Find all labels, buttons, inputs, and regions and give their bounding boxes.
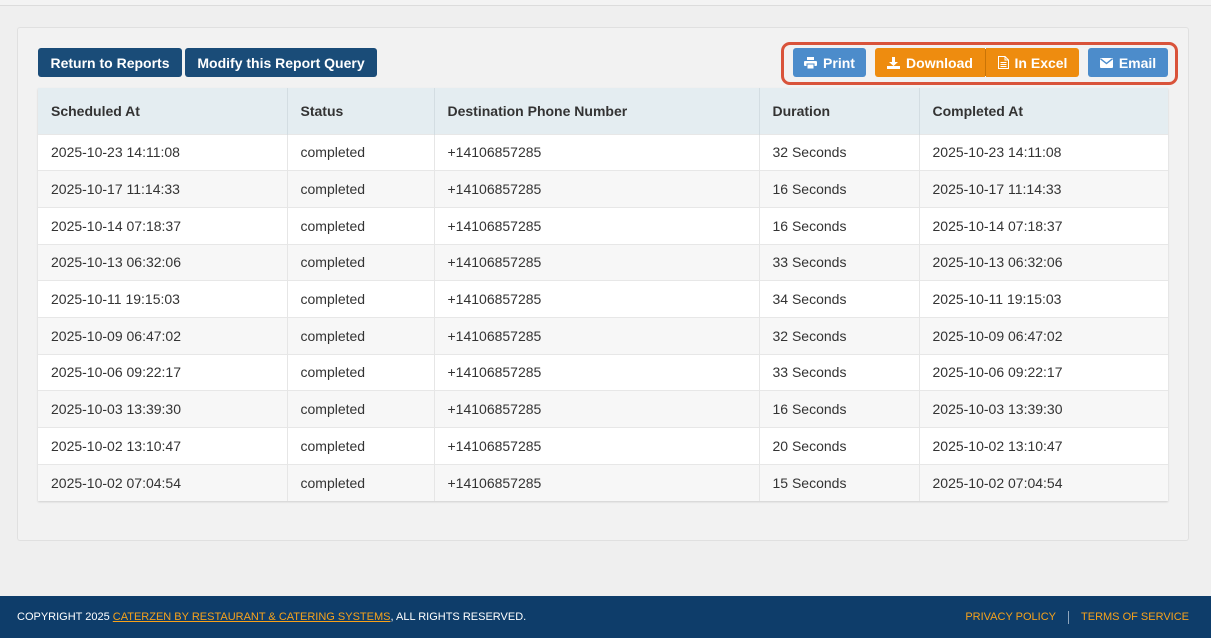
cell-duration: 16 Seconds (759, 170, 920, 208)
cell-status: completed (287, 280, 435, 318)
cell-scheduled-at: 2025-10-13 06:32:06 (38, 243, 288, 281)
cell-phone-number: +14106857285 (434, 427, 760, 465)
cell-phone-number: +14106857285 (434, 353, 760, 391)
cell-completed-at: 2025-10-03 13:39:30 (919, 390, 1168, 428)
cell-duration: 15 Seconds (759, 463, 920, 501)
download-icon (887, 56, 901, 69)
cell-status: completed (287, 353, 435, 391)
copyright-text: COPYRIGHT 2025 CATERZEN BY RESTAURANT & … (17, 611, 526, 623)
table-row: 2025-10-02 07:04:54 completed +141068572… (38, 463, 1168, 501)
cell-completed-at: 2025-10-06 09:22:17 (919, 353, 1168, 391)
cell-completed-at: 2025-10-02 13:10:47 (919, 427, 1168, 465)
cell-duration: 16 Seconds (759, 206, 920, 245)
print-icon (804, 56, 818, 69)
cell-scheduled-at: 2025-10-14 07:18:37 (38, 206, 288, 245)
table-row: 2025-10-06 09:22:17 completed +141068572… (38, 353, 1168, 391)
envelope-icon (1099, 57, 1113, 68)
top-divider (0, 0, 1211, 6)
email-label: Email (1118, 54, 1157, 71)
header-completed-at[interactable]: Completed At (919, 88, 1168, 134)
cell-phone-number: +14106857285 (434, 316, 760, 355)
cell-phone-number: +14106857285 (434, 280, 760, 318)
copyright-prefix: COPYRIGHT 2025 (17, 611, 113, 623)
cell-duration: 33 Seconds (759, 353, 920, 391)
cell-scheduled-at: 2025-10-06 09:22:17 (38, 353, 288, 391)
cell-status: completed (287, 243, 435, 281)
in-excel-label: In Excel (1014, 54, 1068, 71)
cell-completed-at: 2025-10-09 06:47:02 (919, 316, 1168, 355)
header-status[interactable]: Status (287, 88, 435, 134)
header-scheduled-at[interactable]: Scheduled At (38, 88, 288, 134)
cell-duration: 20 Seconds (759, 427, 920, 465)
company-link[interactable]: CATERZEN BY RESTAURANT & CATERING SYSTEM… (113, 611, 391, 623)
cell-completed-at: 2025-10-17 11:14:33 (919, 170, 1168, 208)
table-row: 2025-10-03 13:39:30 completed +141068572… (38, 390, 1168, 428)
cell-duration: 32 Seconds (759, 316, 920, 355)
cell-completed-at: 2025-10-23 14:11:08 (919, 133, 1168, 171)
cell-phone-number: +14106857285 (434, 133, 760, 171)
header-destination-phone-number[interactable]: Destination Phone Number (434, 88, 760, 134)
table-row: 2025-10-13 06:32:06 completed +141068572… (38, 243, 1168, 281)
cell-status: completed (287, 316, 435, 355)
in-excel-button[interactable]: In Excel (986, 48, 1079, 77)
cell-scheduled-at: 2025-10-23 14:11:08 (38, 133, 288, 171)
cell-status: completed (287, 170, 435, 208)
file-icon (997, 56, 1009, 69)
cell-phone-number: +14106857285 (434, 390, 760, 428)
copyright-suffix: , ALL RIGHTS RESERVED. (390, 611, 527, 623)
header-duration[interactable]: Duration (759, 88, 920, 134)
privacy-policy-link[interactable]: PRIVACY POLICY (965, 611, 1056, 623)
cell-status: completed (287, 133, 435, 171)
cell-completed-at: 2025-10-11 19:15:03 (919, 280, 1168, 318)
cell-duration: 32 Seconds (759, 133, 920, 171)
footer-link-divider (1068, 610, 1070, 624)
cell-phone-number: +14106857285 (434, 170, 760, 208)
report-table: Scheduled At Status Destination Phone Nu… (38, 88, 1168, 501)
table-row: 2025-10-17 11:14:33 completed +141068572… (38, 170, 1168, 208)
cell-scheduled-at: 2025-10-02 07:04:54 (38, 463, 288, 501)
cell-scheduled-at: 2025-10-11 19:15:03 (38, 280, 288, 318)
cell-status: completed (287, 390, 435, 428)
cell-completed-at: 2025-10-13 06:32:06 (919, 243, 1168, 281)
cell-status: completed (287, 206, 435, 245)
cell-phone-number: +14106857285 (434, 463, 760, 501)
cell-duration: 33 Seconds (759, 243, 920, 281)
table-row: 2025-10-09 06:47:02 completed +141068572… (38, 316, 1168, 355)
cell-phone-number: +14106857285 (434, 243, 760, 281)
table-header-row: Scheduled At Status Destination Phone Nu… (38, 88, 1168, 134)
footer-links: PRIVACY POLICY TERMS OF SERVICE (965, 610, 1189, 624)
cell-scheduled-at: 2025-10-03 13:39:30 (38, 390, 288, 428)
cell-completed-at: 2025-10-02 07:04:54 (919, 463, 1168, 501)
print-label: Print (823, 54, 855, 71)
terms-of-service-link[interactable]: TERMS OF SERVICE (1081, 611, 1189, 623)
modify-report-query-button[interactable]: Modify this Report Query (185, 48, 377, 77)
table-row: 2025-10-02 13:10:47 completed +141068572… (38, 427, 1168, 465)
page-footer: COPYRIGHT 2025 CATERZEN BY RESTAURANT & … (0, 596, 1211, 638)
cell-phone-number: +14106857285 (434, 206, 760, 245)
download-button[interactable]: Download (875, 48, 985, 77)
print-button[interactable]: Print (793, 48, 866, 77)
return-to-reports-button[interactable]: Return to Reports (38, 48, 182, 77)
cell-scheduled-at: 2025-10-09 06:47:02 (38, 316, 288, 355)
cell-duration: 34 Seconds (759, 280, 920, 318)
cell-status: completed (287, 463, 435, 501)
cell-status: completed (287, 427, 435, 465)
cell-scheduled-at: 2025-10-17 11:14:33 (38, 170, 288, 208)
download-label: Download (906, 54, 973, 71)
cell-completed-at: 2025-10-14 07:18:37 (919, 206, 1168, 245)
cell-scheduled-at: 2025-10-02 13:10:47 (38, 427, 288, 465)
table-row: 2025-10-11 19:15:03 completed +141068572… (38, 280, 1168, 318)
table-row: 2025-10-23 14:11:08 completed +141068572… (38, 133, 1168, 171)
table-row: 2025-10-14 07:18:37 completed +141068572… (38, 206, 1168, 245)
cell-duration: 16 Seconds (759, 390, 920, 428)
email-button[interactable]: Email (1088, 48, 1168, 77)
